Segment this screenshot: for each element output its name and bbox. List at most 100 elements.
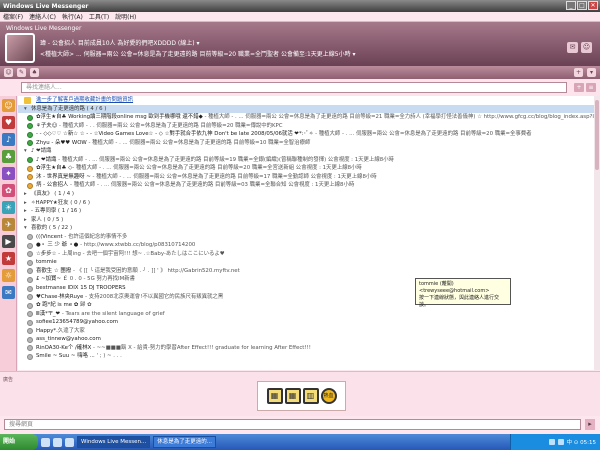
menu-chevron-icon[interactable]: ▾ [587,68,596,77]
display-name[interactable]: 瑋 - 公會招人 目前成員10人 為好愛的們吧XDDDD (線上) ▾ [40,38,480,47]
contact-row[interactable]: Happy*.久違了大家 [18,327,600,336]
contact-row[interactable]: ● ╸ 三 少 爺 ╺ ● - http://www.xtwbb.cc/blog… [18,241,600,250]
tabs-sidebar: ☺ ♥ ♪ ♣ ✦ ✿ ☀ ✈ ▶ ★ ☼ ✉ [0,96,17,371]
contact-row[interactable]: Zhyu - 朵♥♥ WOW - 種植大師 - . ... 伺服器=兩公 公會=… [18,139,600,148]
sidebar-tab-news[interactable]: ✦ [2,167,15,180]
contact-row[interactable]: 沐 - 世界真是無趣呀 ~ - 種植大師 - . ... 伺服器=兩公 公會=休… [18,173,600,182]
maximize-button[interactable]: □ [577,1,587,10]
contact-row[interactable]: £ ~加寶~ ￡ 0 . 0 - 5G 努力再找IM新書 [18,275,600,284]
contact-name: 喜歡生 ☆ 團撥 [36,267,73,274]
contact-row[interactable]: ♥Chase·林央Ruye - 支持2008北京奧運會!不以異國它的民族尺有叛異… [18,293,600,302]
tray-icon-1[interactable] [548,439,555,445]
contact-message: - 種植大師 - . ... 伺服器=兩公 公會=休息是為了走更遠的路 目前等級… [90,173,377,180]
contact-message: - http://www.xtwbb.cc/blog/p08310714200 [80,242,196,249]
chevron-down-icon: ▾ [24,105,27,112]
contact-group-header[interactable]: ▾ 喜歡的 ( 5 / 22 ) [18,224,600,233]
search-input[interactable]: 尋找連絡人... [21,82,567,93]
sidebar-tab-games[interactable]: ♣ [2,150,15,163]
avatar[interactable] [5,33,35,63]
contact-group-header[interactable]: ▸ 家人 ( 0 / 5 ) [18,216,600,225]
tooltip-line-2: 按一下連線狀態，與此連絡人進行交 [419,295,500,301]
add-contact-icon[interactable]: + [574,68,583,77]
contact-row[interactable]: tommie [18,258,600,267]
sidebar-tab-ext2[interactable]: ☼ [2,269,15,282]
contact-row[interactable]: - - ◇◇♡♡ ☆新☆ ☆ - - ☆Video Games Love☆ - … [18,130,600,139]
contact-message: - 種植大師 - . ... 伺服器=兩公 公會=休息是為了走更遠的路 目前等級… [86,139,311,146]
taskbar-item-messenger[interactable]: Windows Live Messen... [77,436,151,448]
contact-row[interactable]: Smile ~ Suu ~ 嗨咯 ... ' ; ) ~ . . . [18,352,600,361]
web-search-button[interactable]: ▸ [585,419,595,430]
tray-icon-2[interactable] [557,439,564,445]
contact-row[interactable]: 炳 - 公會招人 - 種植大師 - . ... 伺服器=兩公 公會=休息是為了走… [18,181,600,190]
sort-button[interactable]: ≡ [586,83,596,92]
status-icon [27,328,33,335]
minimize-button[interactable]: _ [566,1,576,10]
menu-tools[interactable]: 工具(T) [89,12,109,21]
scrollbar-thumb[interactable] [595,100,599,170]
sidebar-tab-ext1[interactable]: ★ [2,252,15,265]
contact-group-header[interactable]: ▸ 《真友》 ( 1 / 4 ) [18,190,600,199]
contact-name: ♥Chase·林央Ruye [36,293,86,300]
quicklaunch-icon-2[interactable] [53,437,62,447]
contact-row[interactable]: ass_tinnew@yahoo.com [18,335,600,344]
status-icon [27,182,33,189]
contact-row[interactable]: ✿ 跑*紀 is me ✿ 歸 ✿ [18,301,600,310]
contact-list-scrollbar[interactable] [594,96,600,370]
conversation-icon[interactable]: ✎ [17,68,26,77]
add-contact-button[interactable]: + [574,83,584,92]
contact-name: £ ~加寶~ ￡ [36,276,70,283]
contact-row[interactable]: sofiee123654789@yahoo.com [18,318,600,327]
contact-row[interactable]: (((Vincent - 也許這個紀念的事情不多 [18,233,600,242]
contacts-icon[interactable]: ☺ [4,68,13,77]
status-icon [27,268,33,275]
menu-contacts[interactable]: 連絡人(C) [29,12,56,21]
menu-file[interactable]: 檔案(F) [3,12,23,21]
contact-group-header[interactable]: ▾ ♪ ❤請識 [18,147,600,156]
group-label: 喜歡的 ( 5 / 22 ) [31,225,73,232]
contact-row[interactable]: RinOA30-Ke个 /確林X - ~~■■■鬍 X - 給貴-努力的學習Af… [18,344,600,353]
close-button[interactable]: ✕ [588,1,598,10]
quicklaunch-icon-3[interactable] [65,437,74,447]
ad-banner[interactable]: ▦ ▦ ▥ 熱血 [257,381,346,411]
contact-message: - 《 [[ ╰ 這是我受困的意願 . ╯ . ]] ' 》 http://Ga… [72,267,240,274]
web-search-input[interactable]: 搜尋網頁 [4,419,581,430]
contact-row[interactable]: ☆步步☆ - 上周ing - 去吧一個宇宙阿!!! 想~ .☆Baby-あたしは… [18,250,600,259]
contact-row[interactable]: ⚘子夫☺ - 種植大師 - . . 伺服器=兩公 公會=休息是為了走更遠的路 目… [18,122,600,131]
contact-group-header[interactable]: ▾ 休息是為了走更遠的路 ( 4 / 6 ) [18,104,600,114]
contact-row[interactable]: 喜歡生 ☆ 團撥 - 《 [[ ╰ 這是我受困的意願 . ╯ . ]] ' 》 … [18,267,600,276]
sidebar-tab-contacts[interactable]: ☺ [2,99,15,112]
ad-slot-icon-1: ▦ [266,388,283,404]
sidebar-tab-msn[interactable]: ♥ [2,116,15,129]
sidebar-tab-shopping[interactable]: ✿ [2,184,15,197]
contact-row[interactable]: Ⅲ漢*℉_❤ - Tears are the silent language o… [18,310,600,319]
games-icon[interactable]: ♠ [30,68,39,77]
contact-row[interactable]: ✿浮生★自♣ Working讀三期階段online msg 歐到手機哪哦 還不錯… [18,113,600,122]
contact-row[interactable]: ♪ ❤請識 - 種植大師 - . ... 伺服器=兩公 公會=休息是為了走更遠的… [18,156,600,165]
contact-message: 久違了大家 [57,327,85,334]
sidebar-tab-travel[interactable]: ✈ [2,218,15,231]
menu-actions[interactable]: 執行(A) [62,12,83,21]
group-label: - 五專同學 ( 1 / 16 ) [31,208,82,215]
quicklaunch-icon-1[interactable] [41,437,50,447]
start-button[interactable]: 開始 [0,434,38,450]
menu-help[interactable]: 說明(H) [115,12,136,21]
sidebar-tab-music[interactable]: ♪ [2,133,15,146]
mail-icon[interactable]: ✉ [567,42,578,53]
clock: 中 ⊙ 05:15 [566,440,596,446]
taskbar-item-chat[interactable]: 休息是為了走更遠的... [153,436,217,448]
contact-group-header[interactable]: ▸ - 五專同學 ( 1 / 16 ) [18,207,600,216]
contact-row[interactable]: bestmanse IDIX 15 DJ TROOPERS [18,284,600,293]
ad-label: 廣告 [3,377,14,383]
warning-icon [24,97,31,104]
sidebar-tab-ext3[interactable]: ✉ [2,286,15,299]
contact-row[interactable]: ✿浮生★自♣ ◇- 種植大師 - . ... 伺服器=兩公 公會=休息是為了走更… [18,164,600,173]
tooltip-line-3: 談。 [419,302,430,308]
contact-group-header[interactable]: ▸ ✧HAPPY★狂友 ( 0 / 6 ) [18,199,600,208]
personal-message[interactable]: <種植大師> ... 伺服器=兩公 公會=休息是為了走更遠的路 目前等級=20 … [40,49,470,58]
promo-link[interactable]: 進一步了解客戶過期收藏計畫的問題資訊 [18,96,600,105]
sidebar-tab-weather[interactable]: ☀ [2,201,15,214]
contact-name: ✿浮生★自♣ Working讀三期階段online msg 歐到手機哪哦 還不錯… [36,114,203,121]
sidebar-tab-video[interactable]: ▶ [2,235,15,248]
spaces-icon[interactable]: ☺ [581,42,592,53]
contact-message: - 種植大師 - . ... 伺服器=兩公 公會=休息是為了走更遠的路 目前等級… [56,156,394,163]
